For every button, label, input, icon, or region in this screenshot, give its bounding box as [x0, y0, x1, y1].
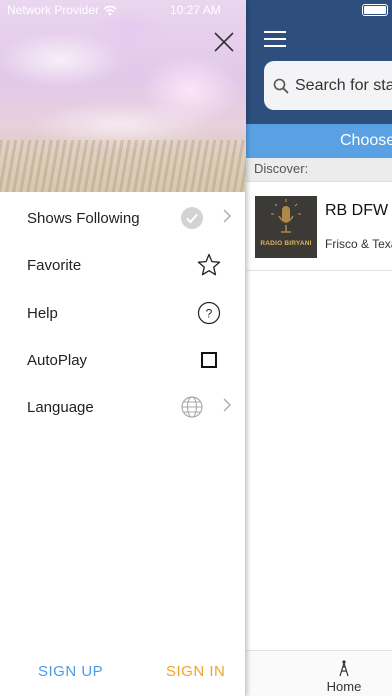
- menu-item-language[interactable]: Language: [0, 384, 246, 431]
- tab-home-label: Home: [326, 679, 362, 694]
- battery-icon: [362, 4, 388, 16]
- carrier-label: Network Provider: [7, 3, 100, 17]
- tab-home[interactable]: Home: [324, 659, 364, 695]
- wifi-icon: [103, 5, 117, 15]
- help-circle-icon: ?: [197, 301, 221, 324]
- hamburger-icon[interactable]: [264, 30, 286, 48]
- app-header: [246, 0, 392, 124]
- menu-item-favorite[interactable]: Favorite: [0, 242, 246, 289]
- sign-in-button[interactable]: SIGN IN: [166, 663, 225, 680]
- drawer-header-image: [0, 0, 246, 192]
- menu-item-autoplay[interactable]: AutoPlay: [0, 337, 246, 384]
- station-name: RB DFW: [325, 202, 389, 219]
- antenna-icon: [339, 660, 349, 677]
- menu-item-label: Language: [27, 399, 94, 417]
- station-logo: RADIO BIRYANI: [255, 196, 317, 258]
- check-circle-icon: [181, 207, 203, 229]
- menu-item-label: Favorite: [27, 257, 82, 275]
- side-drawer: Network Provider 10:27 AM Shows Followin…: [0, 0, 246, 696]
- search-field[interactable]: [264, 61, 392, 110]
- globe-icon: [181, 396, 203, 418]
- discover-label: Discover:: [246, 158, 392, 182]
- chevron-right-icon: [223, 398, 231, 412]
- drawer-footer: SIGN UP SIGN IN: [0, 660, 246, 684]
- status-bar-carrier: Network Provider: [7, 3, 117, 17]
- main-app-panel: Choose Discover: RADIO BIRYANI RB DFW Fr…: [246, 0, 392, 696]
- menu-item-label: AutoPlay: [27, 351, 88, 369]
- menu-item-label: Help: [27, 304, 58, 322]
- tab-bar: Home: [246, 650, 392, 696]
- close-icon[interactable]: [212, 30, 236, 54]
- station-list-item[interactable]: RADIO BIRYANI RB DFW Frisco & Texas: [246, 183, 392, 271]
- status-time: 10:27 AM: [170, 3, 221, 17]
- chevron-right-icon: [223, 209, 231, 223]
- choose-bar[interactable]: Choose: [246, 124, 392, 158]
- sign-up-button[interactable]: SIGN UP: [38, 663, 103, 680]
- station-location: Frisco & Texas: [325, 237, 392, 251]
- station-logo-text: RADIO BIRYANI: [260, 240, 312, 247]
- svg-text:?: ?: [206, 306, 213, 320]
- menu-item-label: Shows Following: [27, 210, 140, 227]
- search-icon: [273, 78, 289, 93]
- checkbox-icon[interactable]: [197, 348, 221, 372]
- drawer-menu: Shows Following Favorite Help ? AutoPlay…: [0, 195, 246, 431]
- star-icon: [197, 254, 221, 276]
- menu-item-shows-following[interactable]: Shows Following: [0, 195, 246, 242]
- search-input[interactable]: [295, 76, 392, 95]
- menu-item-help[interactable]: Help ?: [0, 290, 246, 337]
